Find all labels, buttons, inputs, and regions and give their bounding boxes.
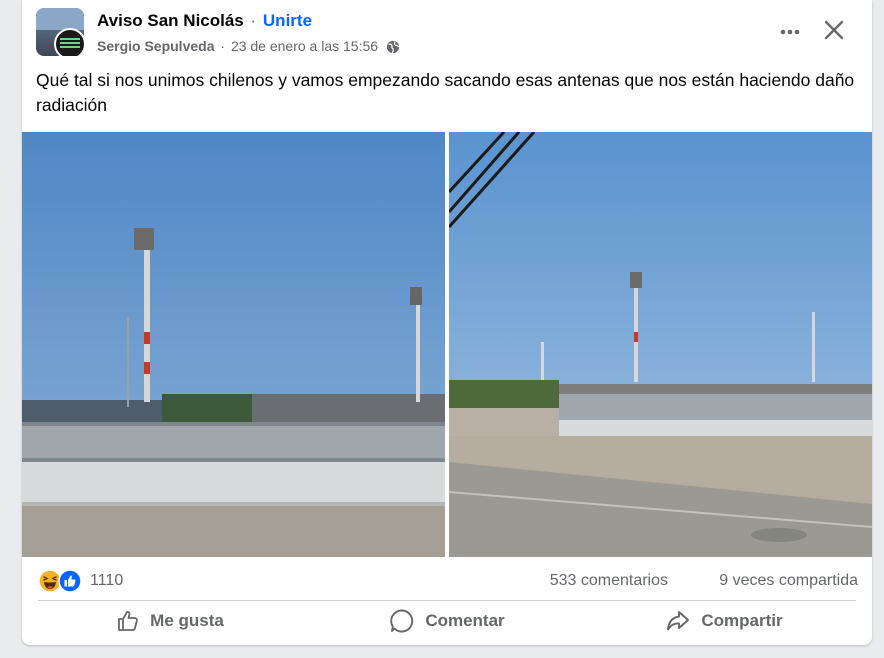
comment-label: Comentar: [425, 611, 505, 630]
close-icon: [824, 20, 844, 40]
shares-count[interactable]: 9 veces compartida: [719, 572, 858, 590]
post-header: Aviso San Nicolás · Unirte Sergio Sepulv…: [22, 0, 872, 66]
like-reaction-icon: [58, 569, 82, 593]
more-options-icon: [780, 29, 800, 35]
separator-dot-2: ·: [220, 38, 226, 54]
photo-gallery: [22, 132, 872, 557]
close-button[interactable]: [818, 14, 850, 46]
globe-icon: [386, 40, 400, 54]
post-meta: Sergio Sepulveda · 23 de enero a las 15:…: [97, 38, 400, 54]
reaction-icons[interactable]: [38, 569, 84, 593]
share-icon: [667, 611, 690, 631]
group-avatar[interactable]: [36, 8, 84, 56]
post-date[interactable]: 23 de enero a las 15:56: [231, 38, 378, 54]
like-icon: [118, 611, 138, 631]
author-name[interactable]: Sergio Sepulveda: [97, 38, 214, 54]
share-label: Compartir: [701, 611, 783, 630]
group-name[interactable]: Aviso San Nicolás: [97, 11, 244, 30]
like-button[interactable]: Me gusta: [38, 604, 302, 638]
comment-button[interactable]: Comentar: [315, 604, 579, 638]
post-actions: Me gusta Comentar Compartir: [22, 602, 872, 640]
reaction-count[interactable]: 1110: [90, 572, 123, 590]
comments-count[interactable]: 533 comentarios: [550, 572, 668, 590]
like-label: Me gusta: [150, 611, 224, 630]
group-title-line: Aviso San Nicolás · Unirte: [97, 11, 312, 31]
more-options-button[interactable]: [774, 18, 806, 46]
share-button[interactable]: Compartir: [592, 604, 856, 638]
photo-2[interactable]: [449, 132, 872, 557]
reaction-summary: 1110 533 comentarios 9 veces compartida: [38, 568, 858, 594]
post-text: Qué tal si nos unimos chilenos y vamos e…: [36, 70, 855, 115]
author-avatar[interactable]: [54, 28, 84, 56]
separator-dot: ·: [250, 11, 257, 30]
photo-1[interactable]: [22, 132, 445, 557]
join-group-link[interactable]: Unirte: [263, 11, 312, 30]
comment-icon: [390, 609, 414, 633]
post-card: Aviso San Nicolás · Unirte Sergio Sepulv…: [22, 0, 872, 645]
actions-divider: [38, 600, 856, 601]
